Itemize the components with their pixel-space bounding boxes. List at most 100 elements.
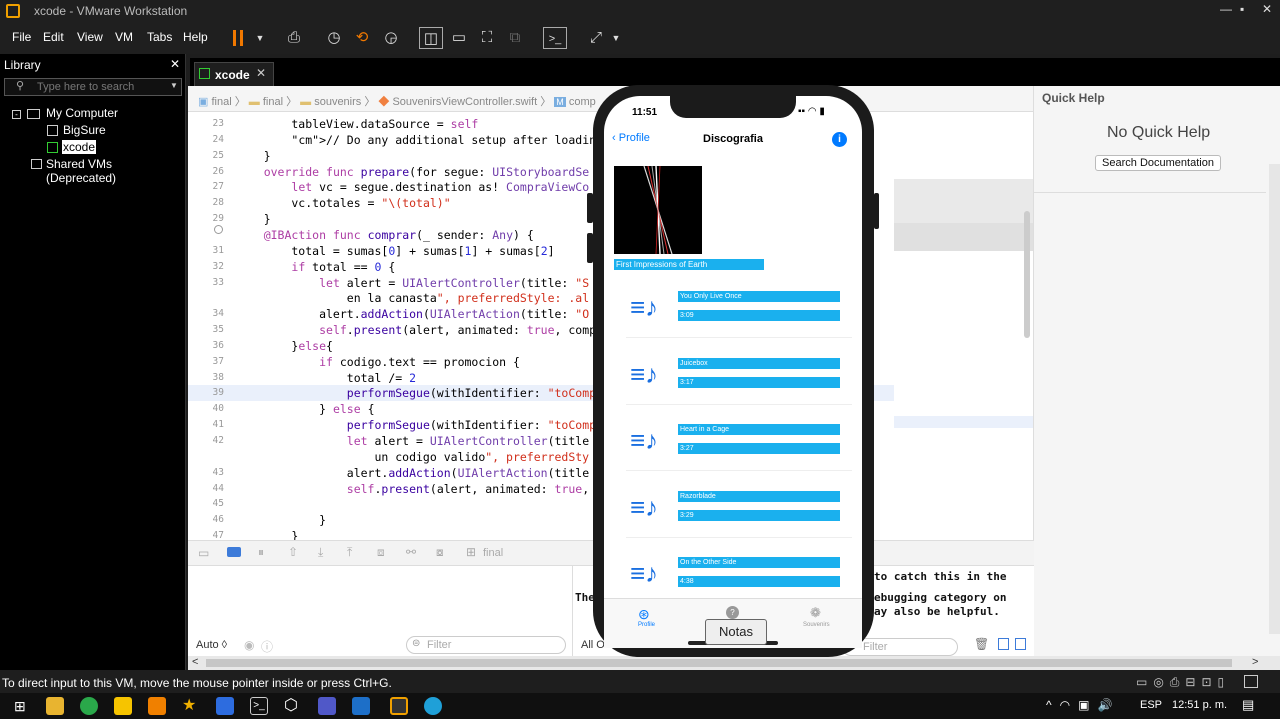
minimize-button[interactable]: —: [1220, 2, 1232, 16]
close-library-icon[interactable]: ✕: [170, 57, 180, 71]
breadcrumb-item[interactable]: final: [211, 96, 231, 108]
pause-icon[interactable]: [233, 30, 236, 46]
console-view-icon[interactable]: >_: [543, 27, 567, 49]
send-ctrl-alt-del-icon[interactable]: ⎙: [282, 27, 306, 49]
variables-filter-input[interactable]: Filter: [406, 636, 566, 654]
close-tab-icon[interactable]: ✕: [256, 66, 266, 80]
step-out-icon[interactable]: ⤒: [347, 545, 352, 560]
app-icon[interactable]: ★: [182, 697, 200, 715]
menu-help[interactable]: Help: [183, 30, 208, 44]
info-button[interactable]: i: [832, 132, 847, 147]
code-line[interactable]: override func prepare(for segue: UIStory…: [236, 165, 589, 179]
step-into-icon[interactable]: ⤓: [318, 545, 323, 560]
code-line[interactable]: performSegue(withIdentifier: "toComp: [236, 418, 596, 432]
snapshot-manager-icon[interactable]: ◶: [379, 27, 403, 49]
app-icon[interactable]: [216, 697, 234, 715]
view-debugger-icon[interactable]: ⧈: [377, 545, 385, 560]
volume-button[interactable]: [587, 233, 593, 263]
edge-icon[interactable]: [424, 697, 442, 715]
tab-profile[interactable]: Profile: [638, 622, 655, 628]
code-line[interactable]: self.present(alert, animated: true,: [236, 482, 589, 496]
breakpoints-toggle-icon[interactable]: [227, 547, 241, 557]
tree-my-computer[interactable]: My Computer: [46, 106, 118, 120]
device-status-icons[interactable]: ▭◎⎙⊟⊡▯: [1136, 675, 1230, 690]
code-line[interactable]: total /= 2: [236, 371, 416, 385]
variables-scope-select[interactable]: Auto ◊: [196, 639, 227, 651]
split-left-icon[interactable]: [998, 638, 1009, 650]
vmware-icon[interactable]: [390, 697, 408, 715]
snapshot-icon[interactable]: ◷: [322, 27, 346, 49]
menu-vm[interactable]: VM: [115, 30, 133, 44]
code-line[interactable]: if total == 0 {: [236, 260, 395, 274]
quick-help-scrollbar[interactable]: [1269, 164, 1280, 634]
memory-graph-icon[interactable]: ⚯: [406, 545, 416, 559]
library-search-input[interactable]: Type here to search: [4, 78, 182, 96]
message-log-icon[interactable]: [1244, 675, 1258, 688]
step-over-icon[interactable]: ⇧: [288, 545, 298, 559]
chevron-down-icon[interactable]: ▼: [604, 27, 628, 49]
song-row[interactable]: ≡♪ Razorblade 3:29: [626, 476, 852, 538]
revert-snapshot-icon[interactable]: ⟲: [350, 27, 374, 49]
volume-button[interactable]: [587, 193, 593, 223]
code-line[interactable]: let alert = UIAlertController(title: [236, 434, 589, 448]
song-row[interactable]: ≡♪ On the Other Side 4:38: [626, 542, 852, 604]
unity-icon[interactable]: ⧉: [503, 27, 527, 49]
code-line[interactable]: vc.totales = "\(total)": [236, 196, 450, 210]
code-line[interactable]: }else{: [236, 339, 333, 353]
profile-tab-icon[interactable]: ⊛: [638, 606, 650, 623]
thumbnail-bar-icon[interactable]: ▭: [447, 27, 471, 49]
menu-view[interactable]: View: [77, 30, 103, 44]
code-line[interactable]: let alert = UIAlertController(title: "S: [236, 276, 589, 290]
info-icon[interactable]: ⓘ: [261, 638, 273, 655]
iphone-screen[interactable]: 11:51 ▪▪ ◠ ▮ ‹ Profile Discografia i Fir…: [604, 96, 862, 648]
simulate-location-icon[interactable]: ⊞: [466, 545, 476, 559]
breadcrumb-item[interactable]: comp: [569, 96, 596, 108]
chevron-down-icon[interactable]: ▼: [248, 27, 272, 49]
system-tray-icons[interactable]: ^◠▣🔊: [1046, 698, 1120, 712]
split-right-icon[interactable]: [1015, 638, 1026, 650]
tree-bigsure[interactable]: BigSure: [63, 123, 106, 137]
editor-scrollbar[interactable]: [1024, 211, 1030, 338]
code-line[interactable]: "cm">// Do any additional setup after lo…: [236, 133, 630, 147]
menu-file[interactable]: File: [12, 30, 31, 44]
song-list[interactable]: ≡♪ You Only Live Once 3:09 ≡♪ Juicebox 3:17 ≡♪…: [604, 276, 862, 606]
code-line[interactable]: let vc = segue.destination as! CompraVie…: [236, 180, 589, 194]
power-button[interactable]: [874, 193, 879, 229]
chevron-down-icon[interactable]: ▼: [170, 81, 178, 90]
app-icon[interactable]: [148, 697, 166, 715]
library-toggle-icon[interactable]: ◫: [419, 27, 443, 49]
maximize-button[interactable]: ▪: [1240, 2, 1244, 16]
code-line[interactable]: } else {: [236, 402, 374, 416]
windows-start-icon[interactable]: ⊞: [14, 699, 28, 713]
breadcrumb-item[interactable]: SouvenirsViewController.swift: [392, 96, 537, 108]
language-indicator[interactable]: ESP: [1140, 699, 1162, 711]
tab-souvenirs[interactable]: Souvenirs: [803, 622, 830, 628]
notifications-icon[interactable]: ▤: [1242, 697, 1254, 713]
full-screen-icon[interactable]: ⛶: [475, 27, 499, 49]
hide-debug-area-icon[interactable]: ▭: [198, 546, 209, 560]
notes-tab-icon[interactable]: ?: [726, 606, 739, 619]
scrollbar-thumb[interactable]: [206, 659, 1232, 667]
code-line[interactable]: alert.addAction(UIAlertAction(title: [236, 466, 589, 480]
app-icon[interactable]: ⬡: [284, 697, 302, 715]
code-line[interactable]: if codigo.text == promocion {: [236, 355, 520, 369]
search-documentation-button[interactable]: Search Documentation: [1095, 155, 1221, 171]
environment-overrides-icon[interactable]: ⧇: [436, 545, 444, 560]
menu-edit[interactable]: Edit: [43, 30, 64, 44]
clock[interactable]: 12:51 p. m.: [1172, 699, 1227, 711]
song-row[interactable]: ≡♪ You Only Live Once 3:09: [626, 276, 852, 338]
tree-shared-vms[interactable]: Shared VMs (Deprecated): [46, 157, 185, 185]
file-explorer-icon[interactable]: [46, 697, 64, 715]
breadcrumb-item[interactable]: souvenirs: [314, 96, 361, 108]
pause-debug-icon[interactable]: ⏸: [258, 545, 264, 560]
tree-xcode[interactable]: xcode: [62, 140, 97, 154]
console-output-select[interactable]: All O: [581, 639, 605, 651]
scroll-left-icon[interactable]: <: [192, 656, 198, 668]
close-button[interactable]: ✕: [1262, 2, 1272, 16]
code-line[interactable]: alert.addAction(UIAlertAction(title: "O: [236, 307, 589, 321]
code-line[interactable]: performSegue(withIdentifier: "toComp: [236, 386, 596, 400]
eye-icon[interactable]: ◉: [244, 638, 254, 652]
app-icon[interactable]: [80, 697, 98, 715]
menu-tabs[interactable]: Tabs: [147, 30, 172, 44]
song-row[interactable]: ≡♪ Heart in a Cage 3:27: [626, 409, 852, 471]
